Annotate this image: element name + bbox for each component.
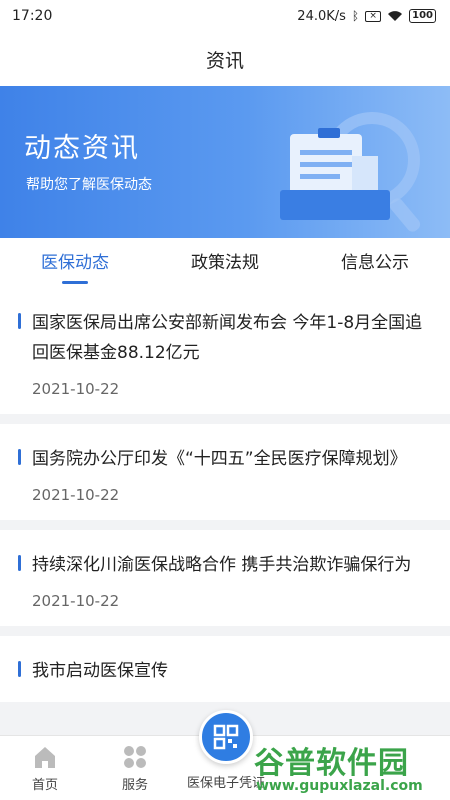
banner-title: 动态资讯 (24, 133, 140, 164)
home-icon (35, 747, 55, 768)
tab-medical-news[interactable]: 医保动态 (0, 238, 150, 288)
nav-home-label: 首页 (31, 778, 58, 793)
status-time: 17:20 (12, 8, 53, 24)
news-title: 持续深化川渝医保战略合作 携手共治欺诈骗保行为 (32, 555, 412, 575)
nav-home[interactable]: 首页 (10, 744, 80, 793)
news-date: 2021-10-22 (32, 486, 120, 504)
news-item[interactable]: 持续深化川渝医保战略合作 携手共治欺诈骗保行为 2021-10-22 (0, 530, 450, 626)
bluetooth-icon: ᛒ (351, 9, 360, 23)
news-item[interactable]: 国务院办公厅印发《“十四五”全民医疗保障规划》 2021-10-22 (0, 424, 450, 520)
wifi-icon (388, 11, 403, 21)
grid-icon (124, 746, 146, 768)
nav-service-label: 服务 (121, 778, 148, 793)
page-title-bar: 资讯 (0, 32, 450, 86)
news-item[interactable]: 国家医保局出席公安部新闻发布会 今年1-8月全国追回医保基金88.12亿元 20… (0, 288, 450, 414)
battery-icon: 100 (409, 9, 436, 23)
watermark-text: 谷普软件园 (254, 746, 409, 781)
status-icons: 24.0K/s ᛒ × 100 (297, 9, 436, 24)
news-title: 国务院办公厅印发《“十四五”全民医疗保障规划》 (32, 449, 407, 469)
e-card-button[interactable] (199, 710, 253, 764)
news-list: 国家医保局出席公安部新闻发布会 今年1-8月全国追回医保基金88.12亿元 20… (0, 288, 450, 712)
news-title: 我市启动医保宣传 (32, 661, 168, 681)
category-tabs: 医保动态 政策法规 信息公示 (0, 238, 450, 288)
news-date: 2021-10-22 (32, 592, 120, 610)
tab-public-info[interactable]: 信息公示 (300, 238, 450, 288)
page-title: 资讯 (205, 49, 244, 72)
news-title: 国家医保局出席公安部新闻发布会 今年1-8月全国追回医保基金88.12亿元 (32, 313, 423, 363)
news-date: 2021-10-22 (32, 380, 120, 398)
watermark: 谷普软件园 www.gupuxlazal.com (250, 738, 450, 800)
qr-code-icon (213, 724, 239, 750)
status-bar: 17:20 24.0K/s ᛒ × 100 (0, 0, 450, 32)
banner-subtitle: 帮助您了解医保动态 (26, 177, 152, 193)
tab-policy[interactable]: 政策法规 (150, 238, 300, 288)
news-banner: 动态资讯 帮助您了解医保动态 (0, 86, 450, 238)
document-search-illustration (280, 112, 421, 232)
network-speed: 24.0K/s (297, 8, 346, 24)
watermark-url: www.gupuxlazal.com (256, 778, 423, 794)
nav-service[interactable]: 服务 (100, 744, 170, 793)
no-sim-icon: × (365, 10, 382, 22)
news-item[interactable]: 我市启动医保宣传 (0, 636, 450, 702)
